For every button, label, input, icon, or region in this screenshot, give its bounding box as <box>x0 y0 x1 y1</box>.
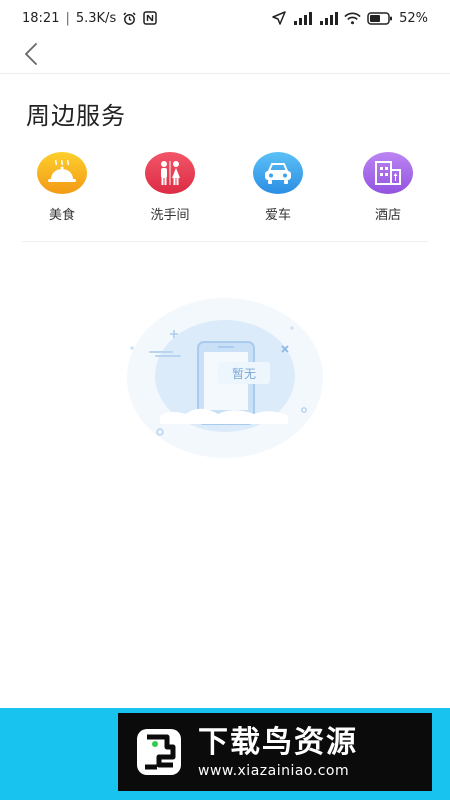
service-hotel[interactable]: 酒店 <box>348 152 428 223</box>
status-separator: | <box>65 10 70 26</box>
service-label-restroom: 洗手间 <box>150 208 190 223</box>
status-right: 52% <box>272 11 428 26</box>
services-grid: 美食 洗手间 爱车 酒店 <box>22 152 428 242</box>
back-button[interactable] <box>18 40 44 68</box>
signal-hd-icon-2 <box>318 11 339 25</box>
service-food[interactable]: 美食 <box>22 152 102 223</box>
food-dome-icon <box>37 152 87 194</box>
alarm-icon <box>122 11 137 26</box>
wifi-icon <box>344 12 361 25</box>
restroom-icon <box>145 152 195 194</box>
watermark: 下载鸟资源 www.xiazainiao.com <box>118 713 432 791</box>
status-bar: 18:21 | 5.3K/s 52% <box>0 0 450 36</box>
signal-hd-icon <box>292 11 313 25</box>
empty-state-text: 暂无 <box>218 362 270 384</box>
battery-percent: 52% <box>399 10 428 26</box>
status-left: 18:21 | 5.3K/s <box>22 11 157 26</box>
watermark-url: www.xiazainiao.com <box>198 763 350 779</box>
nav-bar <box>0 36 450 74</box>
watermark-title: 下载鸟资源 <box>198 725 358 760</box>
battery-icon <box>367 11 393 25</box>
chevron-left-icon <box>24 43 38 65</box>
service-label-car: 爱车 <box>264 208 291 223</box>
nfc-icon <box>143 11 157 25</box>
empty-state: 暂无 <box>122 296 328 464</box>
service-restroom[interactable]: 洗手间 <box>130 152 210 223</box>
location-arrow-icon <box>272 11 286 25</box>
car-icon <box>253 152 303 194</box>
hotel-icon <box>363 152 413 194</box>
service-label-food: 美食 <box>48 208 75 223</box>
bird-logo-icon <box>128 721 190 783</box>
page-title: 周边服务 <box>26 102 126 130</box>
status-time: 18:21 <box>22 10 60 26</box>
network-speed: 5.3K/s <box>75 10 117 26</box>
service-label-hotel: 酒店 <box>374 208 401 223</box>
service-car[interactable]: 爱车 <box>238 152 318 223</box>
watermark-texts: 下载鸟资源 www.xiazainiao.com <box>198 725 358 779</box>
